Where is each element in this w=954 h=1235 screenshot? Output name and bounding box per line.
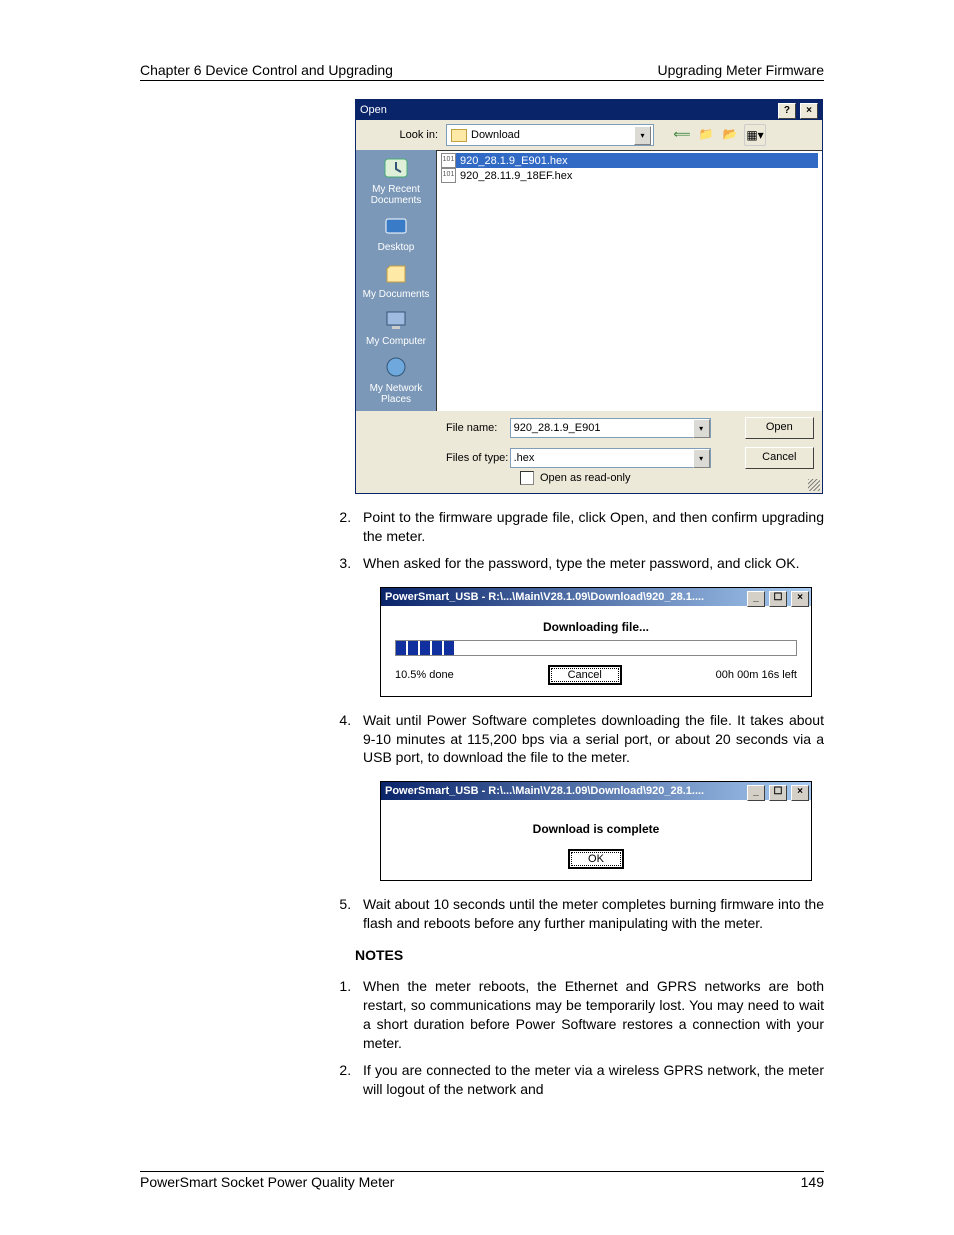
chevron-down-icon[interactable]: ▾ bbox=[634, 126, 651, 145]
progress-heading: Downloading file... bbox=[395, 620, 797, 634]
download-complete-dialog: PowerSmart_USB - R:\...\Main\V28.1.09\Do… bbox=[380, 781, 812, 881]
step-2: Point to the firmware upgrade file, clic… bbox=[355, 508, 824, 546]
file-item[interactable]: 101 920_28.11.9_18EF.hex bbox=[441, 168, 818, 183]
place-documents[interactable]: My Documents bbox=[363, 261, 430, 300]
new-folder-icon[interactable]: 📂 bbox=[720, 124, 740, 144]
look-in-dropdown[interactable]: Download ▾ bbox=[446, 124, 654, 146]
notes-list: When the meter reboots, the Ethernet and… bbox=[355, 977, 824, 1098]
views-icon[interactable]: ▦▾ bbox=[744, 124, 766, 146]
open-button[interactable]: Open bbox=[745, 417, 814, 439]
place-desktop[interactable]: Desktop bbox=[378, 214, 415, 253]
dialog-titlebar: Open ? × bbox=[356, 100, 822, 120]
page-footer: PowerSmart Socket Power Quality Meter 14… bbox=[140, 1171, 824, 1190]
file-name-input[interactable]: 920_28.1.9_E901 ▾ bbox=[510, 418, 711, 438]
cancel-button[interactable]: Cancel bbox=[745, 447, 814, 469]
maximize-button[interactable]: ☐ bbox=[769, 591, 787, 607]
open-file-dialog: Open ? × Look in: Download ▾ ⟸ 📁 📂 ▦▾ bbox=[355, 99, 823, 494]
file-type-label: Files of type: bbox=[446, 452, 510, 464]
folder-icon bbox=[451, 129, 467, 142]
cancel-button[interactable]: Cancel bbox=[549, 666, 621, 684]
ok-button[interactable]: OK bbox=[569, 850, 623, 868]
back-icon[interactable]: ⟸ bbox=[672, 124, 692, 144]
progress-percent: 10.5% done bbox=[395, 669, 454, 681]
dialog-title: PowerSmart_USB - R:\...\Main\V28.1.09\Do… bbox=[385, 588, 704, 606]
file-item-selected[interactable]: 101 920_28.1.9_E901.hex bbox=[441, 153, 818, 168]
maximize-button[interactable]: ☐ bbox=[769, 785, 787, 801]
place-network[interactable]: My Network Places bbox=[356, 355, 436, 405]
chevron-down-icon[interactable]: ▾ bbox=[693, 449, 710, 468]
close-button[interactable]: × bbox=[791, 591, 809, 607]
dialog-title: PowerSmart_USB - R:\...\Main\V28.1.09\Do… bbox=[385, 782, 704, 800]
file-name-label: File name: bbox=[446, 422, 510, 434]
dialog-title: Open bbox=[360, 100, 387, 120]
instruction-list: Wait about 10 seconds until the meter co… bbox=[355, 895, 824, 933]
notes-heading: NOTES bbox=[355, 947, 824, 963]
time-remaining: 00h 00m 16s left bbox=[716, 669, 797, 681]
up-icon[interactable]: 📁 bbox=[696, 124, 716, 144]
close-button[interactable]: × bbox=[791, 785, 809, 801]
hex-file-icon: 101 bbox=[441, 153, 456, 168]
readonly-checkbox[interactable] bbox=[520, 471, 534, 485]
note-2: If you are connected to the meter via a … bbox=[355, 1061, 824, 1099]
download-progress-dialog: PowerSmart_USB - R:\...\Main\V28.1.09\Do… bbox=[380, 587, 812, 697]
hex-file-icon: 101 bbox=[441, 168, 456, 183]
step-5: Wait about 10 seconds until the meter co… bbox=[355, 895, 824, 933]
step-4: Wait until Power Software completes down… bbox=[355, 711, 824, 768]
close-button[interactable]: × bbox=[800, 103, 818, 119]
header-right: Upgrading Meter Firmware bbox=[658, 62, 825, 78]
look-in-value: Download bbox=[471, 129, 520, 141]
progress-bar bbox=[395, 640, 797, 656]
complete-heading: Download is complete bbox=[395, 822, 797, 836]
step-3: When asked for the password, type the me… bbox=[355, 554, 824, 573]
instruction-list: Point to the firmware upgrade file, clic… bbox=[355, 508, 824, 573]
places-bar: My Recent Documents Desktop My Documents… bbox=[356, 150, 436, 411]
resize-grip[interactable] bbox=[808, 479, 820, 491]
readonly-label: Open as read-only bbox=[540, 472, 631, 484]
file-type-dropdown[interactable]: .hex ▾ bbox=[510, 448, 711, 468]
place-recent[interactable]: My Recent Documents bbox=[356, 156, 436, 206]
instruction-list: Wait until Power Software completes down… bbox=[355, 711, 824, 768]
page-header: Chapter 6 Device Control and Upgrading U… bbox=[140, 62, 824, 81]
note-1: When the meter reboots, the Ethernet and… bbox=[355, 977, 824, 1053]
header-left: Chapter 6 Device Control and Upgrading bbox=[140, 62, 393, 78]
footer-left: PowerSmart Socket Power Quality Meter bbox=[140, 1174, 394, 1190]
help-button[interactable]: ? bbox=[778, 103, 796, 119]
file-list[interactable]: 101 920_28.1.9_E901.hex 101 920_28.11.9_… bbox=[436, 150, 822, 411]
look-in-label: Look in: bbox=[384, 129, 438, 141]
place-computer[interactable]: My Computer bbox=[366, 308, 426, 347]
chevron-down-icon[interactable]: ▾ bbox=[693, 419, 710, 438]
minimize-button[interactable]: _ bbox=[747, 591, 765, 607]
minimize-button[interactable]: _ bbox=[747, 785, 765, 801]
footer-right: 149 bbox=[801, 1174, 824, 1190]
